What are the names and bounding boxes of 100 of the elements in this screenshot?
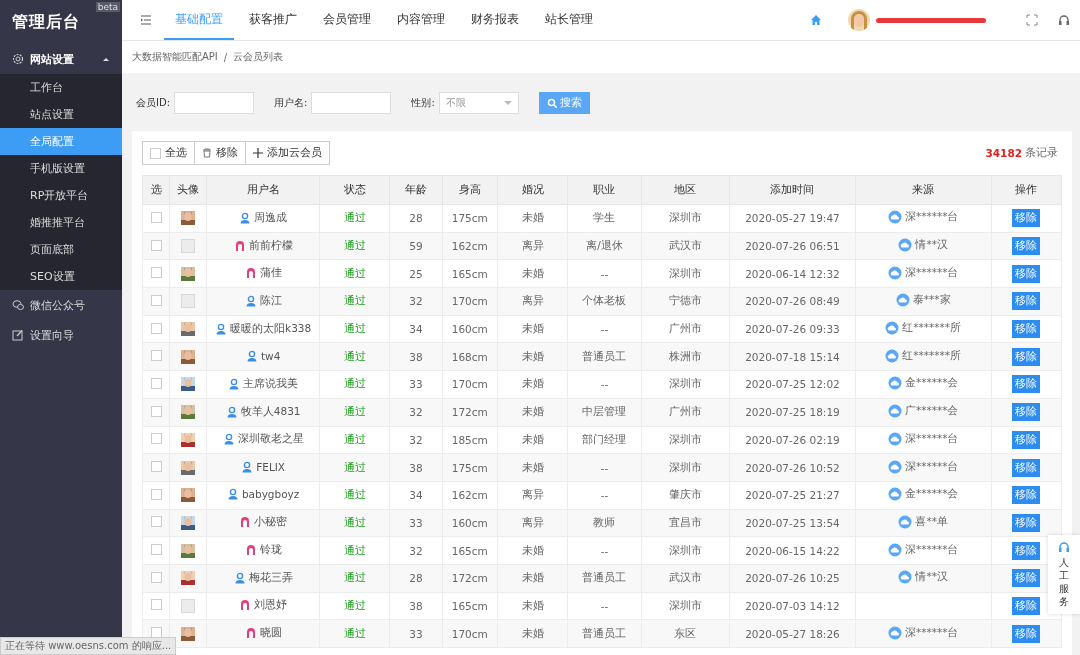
remove-button[interactable]: 移除 bbox=[1012, 541, 1041, 560]
checkbox[interactable] bbox=[150, 239, 162, 251]
table-cell: 33 bbox=[409, 627, 423, 640]
username-field[interactable] bbox=[311, 92, 392, 114]
table-cell: 2020-05-27 18:26 bbox=[745, 627, 840, 640]
table-cell: 教师 bbox=[593, 515, 616, 528]
add-member-button[interactable]: 添加云会员 bbox=[245, 141, 330, 165]
fullscreen-icon[interactable] bbox=[1026, 14, 1038, 26]
checkbox[interactable] bbox=[150, 433, 162, 445]
checkbox[interactable] bbox=[150, 488, 162, 500]
select-all-button[interactable]: 全选 bbox=[142, 141, 195, 165]
nav-tab[interactable]: 获客推广 bbox=[238, 0, 308, 40]
cloud-icon bbox=[887, 265, 902, 280]
breadcrumb-item[interactable]: 大数据智能匹配API bbox=[132, 50, 218, 64]
table-cell: 172cm bbox=[451, 406, 488, 419]
table-cell: 2020-07-26 10:52 bbox=[745, 461, 840, 474]
table-cell: -- bbox=[600, 544, 609, 557]
column-header: 职业 bbox=[567, 175, 642, 205]
menu-icon[interactable] bbox=[140, 14, 152, 26]
table-cell: 2020-07-25 18:19 bbox=[745, 406, 840, 419]
username: 主席说我美 bbox=[243, 376, 299, 391]
checkbox[interactable] bbox=[150, 627, 162, 639]
checkbox[interactable] bbox=[150, 571, 162, 583]
remove-button[interactable]: 移除 bbox=[1012, 237, 1041, 256]
table-cell: 162cm bbox=[451, 240, 488, 253]
nav-tab[interactable]: 内容管理 bbox=[386, 0, 456, 40]
source-text: 喜**单 bbox=[915, 514, 948, 529]
sidebar-item[interactable]: 手机版设置 bbox=[0, 155, 122, 182]
remove-button[interactable]: 移除 bbox=[1012, 347, 1041, 366]
remove-button[interactable]: 移除 bbox=[1012, 264, 1041, 283]
sidebar-item[interactable]: 页面底部 bbox=[0, 236, 122, 263]
checkbox[interactable] bbox=[150, 377, 162, 389]
sidebar-item[interactable]: 站点设置 bbox=[0, 101, 122, 128]
table-cell: 普通员工 bbox=[582, 626, 627, 639]
breadcrumb-item: 云会员列表 bbox=[233, 50, 284, 64]
male-user-icon bbox=[222, 433, 235, 446]
source-text: 深******台 bbox=[904, 265, 959, 280]
remove-button[interactable]: 移除 bbox=[1012, 486, 1041, 505]
female-user-icon bbox=[244, 267, 257, 280]
remove-button[interactable]: 移除 bbox=[1012, 430, 1041, 449]
remove-button[interactable]: 移除 bbox=[194, 141, 246, 165]
customer-service-button[interactable]: 人工服务 bbox=[1048, 535, 1080, 614]
nav-tab[interactable]: 财务报表 bbox=[460, 0, 530, 40]
remove-button[interactable]: 移除 bbox=[1012, 624, 1041, 643]
remove-button[interactable]: 移除 bbox=[1012, 209, 1041, 228]
checkbox[interactable] bbox=[150, 147, 161, 159]
checkbox[interactable] bbox=[150, 211, 162, 223]
table-cell: 165cm bbox=[451, 267, 488, 280]
checkbox[interactable] bbox=[150, 516, 162, 528]
checkbox[interactable] bbox=[150, 599, 162, 611]
table-cell: 32 bbox=[409, 295, 423, 308]
username: 陈江 bbox=[259, 293, 282, 308]
nav-tab[interactable]: 会员管理 bbox=[312, 0, 382, 40]
remove-button[interactable]: 移除 bbox=[1012, 375, 1041, 394]
checkbox[interactable] bbox=[150, 405, 162, 417]
sidebar-item[interactable]: RP开放平台 bbox=[0, 182, 122, 209]
caret-icon bbox=[102, 55, 110, 63]
column-header: 用户名 bbox=[206, 175, 320, 205]
remove-button[interactable]: 移除 bbox=[1012, 596, 1041, 615]
nav-tab[interactable]: 站长管理 bbox=[534, 0, 604, 40]
breadcrumb-separator: / bbox=[223, 51, 228, 63]
female-user-icon bbox=[239, 599, 252, 612]
status-text: 通过 bbox=[343, 239, 366, 252]
source-text: 泰***家 bbox=[912, 293, 951, 308]
checkbox[interactable] bbox=[150, 322, 162, 334]
remove-button[interactable]: 移除 bbox=[1012, 513, 1041, 532]
cloud-icon bbox=[885, 348, 900, 363]
sidebar-menu-item[interactable]: 网站设置 bbox=[0, 44, 122, 74]
sidebar-menu-item[interactable]: 设置向导 bbox=[0, 320, 122, 350]
remove-button[interactable]: 移除 bbox=[1012, 458, 1041, 477]
table-cell: 165cm bbox=[451, 599, 488, 612]
gear-icon bbox=[12, 53, 24, 65]
headset-icon[interactable] bbox=[1058, 14, 1070, 26]
sidebar-menu-item[interactable]: 微信公众号 bbox=[0, 290, 122, 320]
remove-button[interactable]: 移除 bbox=[1012, 320, 1041, 339]
source-text: 深******台 bbox=[904, 431, 959, 446]
member-id-field[interactable] bbox=[174, 92, 255, 114]
column-header: 地区 bbox=[641, 175, 730, 205]
checkbox[interactable] bbox=[150, 350, 162, 362]
remove-button[interactable]: 移除 bbox=[1012, 569, 1041, 588]
male-user-icon bbox=[233, 571, 246, 584]
sidebar-item[interactable]: SEO设置 bbox=[0, 263, 122, 290]
table-cell: 广州市 bbox=[668, 322, 702, 335]
checkbox[interactable] bbox=[150, 544, 162, 556]
table-cell: 25 bbox=[409, 267, 423, 280]
sidebar-item[interactable]: 婚推推平台 bbox=[0, 209, 122, 236]
cloud-icon bbox=[887, 487, 902, 502]
remove-button[interactable]: 移除 bbox=[1012, 292, 1041, 311]
checkbox[interactable] bbox=[150, 294, 162, 306]
table-cell: 2020-07-26 08:49 bbox=[745, 295, 840, 308]
checkbox[interactable] bbox=[150, 461, 162, 473]
sidebar-item[interactable]: 工作台 bbox=[0, 74, 122, 101]
table-cell: 2020-07-25 12:02 bbox=[745, 378, 840, 391]
table-cell: 170cm bbox=[451, 627, 488, 640]
checkbox[interactable] bbox=[150, 267, 162, 279]
table-cell: 离异 bbox=[521, 515, 544, 528]
source-text: 深******台 bbox=[904, 459, 959, 474]
home-icon[interactable] bbox=[810, 14, 822, 26]
female-user-icon bbox=[239, 516, 252, 529]
remove-button[interactable]: 移除 bbox=[1012, 403, 1041, 422]
